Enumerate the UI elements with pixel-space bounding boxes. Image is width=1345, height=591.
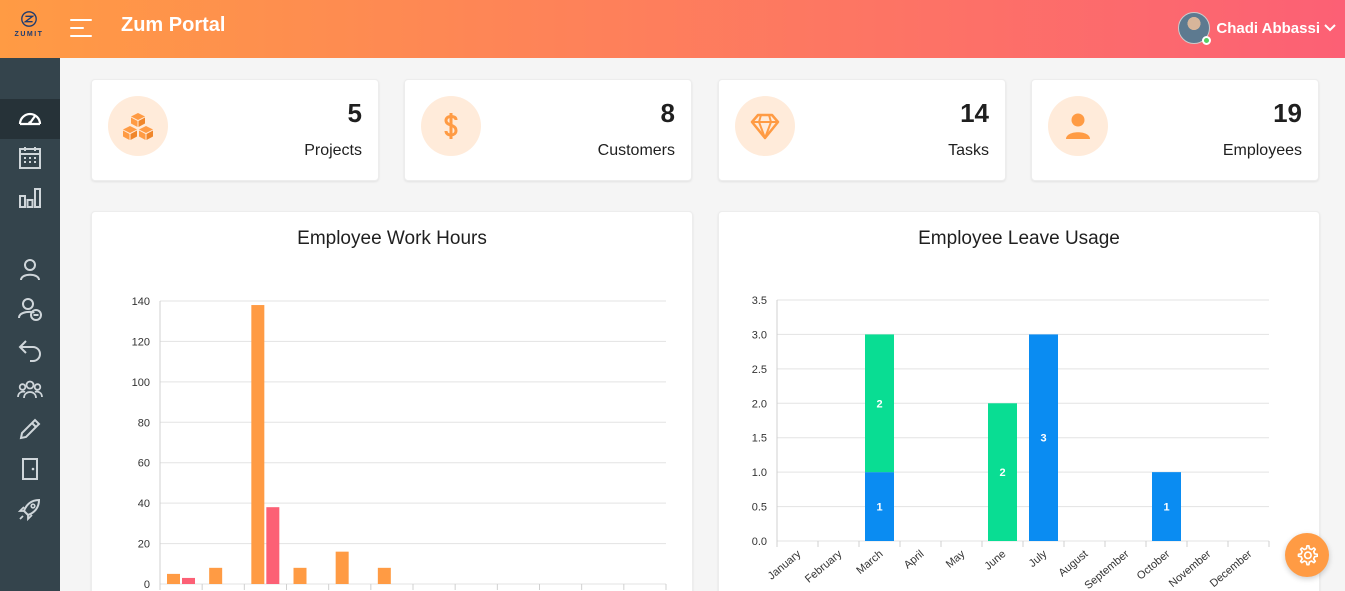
stat-value: 5 xyxy=(347,98,362,128)
y-tick-label: 100 xyxy=(132,377,150,389)
data-label: 1 xyxy=(1163,502,1169,514)
x-tick-label: August xyxy=(1056,548,1090,579)
y-tick-label: 1.0 xyxy=(752,467,767,479)
user-icon xyxy=(20,259,40,281)
users-icon xyxy=(17,380,43,399)
stat-value: 14 xyxy=(960,98,989,128)
bar xyxy=(182,577,195,584)
app-title: Zum Portal xyxy=(121,14,226,36)
sidebar-item-exit[interactable] xyxy=(0,449,60,489)
sidebar-item-team[interactable] xyxy=(0,369,60,409)
x-tick-label: October xyxy=(1135,548,1173,583)
sidebar xyxy=(0,58,60,591)
y-tick-label: 0.0 xyxy=(752,536,767,548)
x-tick-label: February xyxy=(803,548,845,586)
gear-icon xyxy=(1297,545,1318,566)
pencil-icon xyxy=(19,418,41,440)
y-tick-label: 140 xyxy=(132,296,150,308)
bar xyxy=(293,567,307,584)
sidebar-item-calendar[interactable] xyxy=(0,138,60,178)
logo-text: ZUMIT xyxy=(14,31,44,38)
data-label: 2 xyxy=(876,398,882,410)
data-label: 1 xyxy=(876,502,882,514)
logo-icon xyxy=(21,11,37,27)
chevron-down-icon xyxy=(1324,24,1336,32)
stat-label: Tasks xyxy=(948,142,989,159)
stat-card-employees[interactable]: 19 Employees xyxy=(1031,79,1319,181)
x-tick-label: September xyxy=(1082,548,1131,591)
sidebar-item-leave[interactable] xyxy=(0,289,60,329)
stat-value: 8 xyxy=(660,98,675,128)
dollar-icon xyxy=(421,96,481,156)
user-name: Chadi Abbassi xyxy=(1216,19,1320,37)
sidebar-item-dashboard[interactable] xyxy=(0,99,60,139)
y-tick-label: 20 xyxy=(138,539,150,551)
x-tick-label: June xyxy=(982,548,1008,573)
stat-card-customers[interactable]: 8 Customers xyxy=(404,79,692,181)
dashboard-icon xyxy=(18,112,42,126)
work-hours-chart: 0 20 40 60 80 100 120 140 xyxy=(132,296,667,591)
sidebar-item-return[interactable] xyxy=(0,329,60,369)
rocket-icon xyxy=(17,498,41,522)
x-tick-label: March xyxy=(854,548,885,577)
bar-chart-icon xyxy=(19,188,41,208)
leave-usage-chart-card: Employee Leave Usage 0.0 0.5 1.0 1.5 2.0 2.5 3… xyxy=(718,211,1320,591)
stat-label: Employees xyxy=(1222,142,1302,159)
leave-usage-chart: 0.0 0.5 1.0 1.5 2.0 2.5 3.0 3.5 January February M… xyxy=(752,295,1270,591)
x-tick-label: May xyxy=(944,548,968,571)
sidebar-item-employee[interactable] xyxy=(0,249,60,289)
sidebar-item-launch[interactable] xyxy=(0,489,60,529)
work-hours-chart-card: Employee Work Hours 0 20 40 60 80 100 120 140 xyxy=(91,211,693,591)
bar xyxy=(251,305,265,584)
y-tick-label: 0 xyxy=(144,579,150,591)
stat-label: Customers xyxy=(597,142,675,159)
cubes-icon xyxy=(108,96,168,156)
user-menu[interactable]: Chadi Abbassi xyxy=(1178,12,1337,45)
stat-card-tasks[interactable]: 14 Tasks xyxy=(718,79,1006,181)
y-tick-label: 2.0 xyxy=(752,398,767,410)
avatar[interactable] xyxy=(1178,12,1212,45)
x-tick-label: July xyxy=(1027,548,1050,570)
diamond-icon xyxy=(735,96,795,156)
x-tick-label: April xyxy=(902,548,927,571)
x-tick-label: November xyxy=(1167,548,1214,590)
bar xyxy=(266,507,280,584)
data-label: 2 xyxy=(999,467,1005,479)
bar xyxy=(335,551,349,584)
bar xyxy=(209,567,223,584)
sidebar-item-reports[interactable] xyxy=(0,178,60,218)
x-tick-label: December xyxy=(1208,548,1255,590)
user-icon xyxy=(1048,96,1108,156)
company-logo[interactable]: ZUMIT xyxy=(12,10,46,48)
y-tick-label: 60 xyxy=(138,458,150,470)
door-icon xyxy=(22,458,38,480)
stat-label: Projects xyxy=(304,142,362,159)
calendar-icon xyxy=(19,147,41,169)
settings-button[interactable] xyxy=(1285,533,1329,577)
sidebar-item-edit[interactable] xyxy=(0,409,60,449)
bar xyxy=(167,573,180,584)
y-tick-label: 1.5 xyxy=(752,433,767,445)
y-tick-label: 3.0 xyxy=(752,329,767,341)
data-label: 3 xyxy=(1040,433,1046,445)
undo-icon xyxy=(18,340,41,362)
y-tick-label: 80 xyxy=(138,417,150,429)
menu-toggle-button[interactable] xyxy=(70,19,92,37)
top-header: ZUMIT Zum Portal Chadi Abbassi xyxy=(0,0,1345,58)
y-tick-label: 3.5 xyxy=(752,295,767,307)
bar xyxy=(377,567,391,584)
y-tick-label: 40 xyxy=(138,498,150,510)
online-status-dot xyxy=(1202,36,1212,45)
y-tick-label: 0.5 xyxy=(752,502,767,514)
y-tick-label: 120 xyxy=(132,336,150,348)
user-minus-icon xyxy=(18,298,42,321)
y-tick-label: 2.5 xyxy=(752,364,767,376)
stat-card-projects[interactable]: 5 Projects xyxy=(91,79,379,181)
stat-value: 19 xyxy=(1273,98,1302,128)
x-tick-label: January xyxy=(766,548,804,583)
